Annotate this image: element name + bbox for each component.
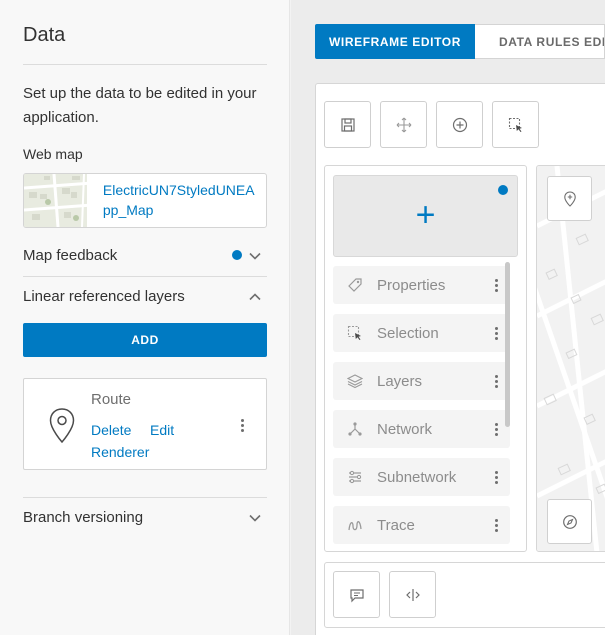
add-circle-icon <box>452 117 467 132</box>
selection-icon <box>347 325 361 340</box>
renderer-link[interactable]: Renderer <box>91 444 149 460</box>
select-cursor-icon <box>508 117 522 132</box>
web-map-thumbnail <box>24 174 87 227</box>
save-tool-button[interactable] <box>324 101 371 148</box>
map-background <box>537 166 605 551</box>
branch-versioning-label[interactable]: Branch versioning <box>23 509 143 526</box>
divider <box>23 497 267 498</box>
map-feedback-label[interactable]: Map feedback <box>23 247 117 264</box>
web-map-name: ElectricUN7StyledUNEApp_Map <box>102 182 255 218</box>
map-pin-icon <box>49 408 75 444</box>
tab-wireframe-editor[interactable]: WIREFRAME EDITOR <box>315 24 475 59</box>
tool-label: Properties <box>377 276 446 294</box>
add-widget-area[interactable]: + <box>333 175 518 257</box>
tool-item-layers[interactable]: Layers <box>333 362 510 400</box>
add-layer-button[interactable]: ADD <box>23 323 267 357</box>
comment-icon <box>349 588 364 602</box>
more-options-icon[interactable] <box>486 326 506 340</box>
divider <box>23 276 267 277</box>
chevron-down-icon[interactable] <box>248 511 262 525</box>
split-tool-button[interactable] <box>389 571 436 618</box>
compass-icon <box>562 514 577 529</box>
add-circle-tool-button[interactable] <box>436 101 483 148</box>
web-map-label: Web map <box>23 146 83 162</box>
split-icon <box>405 588 420 601</box>
bottom-toolbar <box>324 562 605 628</box>
more-options-icon[interactable] <box>486 278 506 292</box>
locate-button[interactable] <box>547 176 592 221</box>
tab-data-rules-editor[interactable]: DATA RULES EDIT <box>475 24 605 59</box>
tool-label: Selection <box>377 324 439 342</box>
chevron-down-icon[interactable] <box>248 249 262 263</box>
map-feedback-indicator-dot <box>232 250 242 260</box>
linear-referenced-layers-label[interactable]: Linear referenced layers <box>23 288 185 305</box>
tool-item-trace[interactable]: Trace <box>333 506 510 544</box>
tool-item-subnetwork[interactable]: Subnetwork <box>333 458 510 496</box>
more-options-icon[interactable] <box>486 374 506 388</box>
divider <box>23 64 267 65</box>
panel-description: Set up the data to be edited in your app… <box>23 85 257 126</box>
web-map-selector[interactable]: ElectricUN7StyledUNEApp_Map <box>23 173 267 228</box>
tag-icon <box>348 278 362 292</box>
more-options-icon[interactable] <box>486 470 506 484</box>
chevron-up-icon[interactable] <box>248 290 262 304</box>
panel-title: Data <box>23 24 66 46</box>
data-settings-panel: Data Set up the data to be edited in you… <box>0 0 290 635</box>
save-icon <box>340 117 355 132</box>
route-layer-card: Route Delete Edit Renderer <box>23 378 267 470</box>
map-pin-icon <box>563 190 576 207</box>
tool-item-selection[interactable]: Selection <box>333 314 510 352</box>
layers-icon <box>347 374 363 389</box>
compass-button[interactable] <box>547 499 592 544</box>
network-icon <box>348 422 362 436</box>
select-tool-button[interactable] <box>492 101 539 148</box>
move-icon <box>396 117 411 132</box>
widget-list-scrollbar[interactable] <box>505 262 510 427</box>
delete-link[interactable]: Delete <box>91 422 131 438</box>
tool-label: Network <box>377 420 433 438</box>
edit-link[interactable]: Edit <box>150 422 174 438</box>
route-name: Route <box>91 391 132 408</box>
tool-item-network[interactable]: Network <box>333 410 510 448</box>
move-tool-button[interactable] <box>380 101 427 148</box>
tool-item-properties[interactable]: Properties <box>333 266 510 304</box>
tool-label: Subnetwork <box>377 468 457 486</box>
more-options-icon[interactable] <box>232 419 252 432</box>
plus-icon: + <box>415 196 436 234</box>
map-preview <box>536 165 605 552</box>
status-indicator-dot <box>498 185 508 195</box>
tool-label: Layers <box>377 372 423 390</box>
comment-tool-button[interactable] <box>333 571 380 618</box>
trace-icon <box>348 521 362 531</box>
more-options-icon[interactable] <box>486 518 506 532</box>
more-options-icon[interactable] <box>486 422 506 436</box>
widget-container: + Properties Selection Layers Network Su… <box>324 165 527 552</box>
subnetwork-icon <box>349 470 362 484</box>
tool-label: Trace <box>377 516 415 534</box>
wireframe-editor-panel: WIREFRAME EDITOR DATA RULES EDIT + Prope… <box>291 0 605 635</box>
